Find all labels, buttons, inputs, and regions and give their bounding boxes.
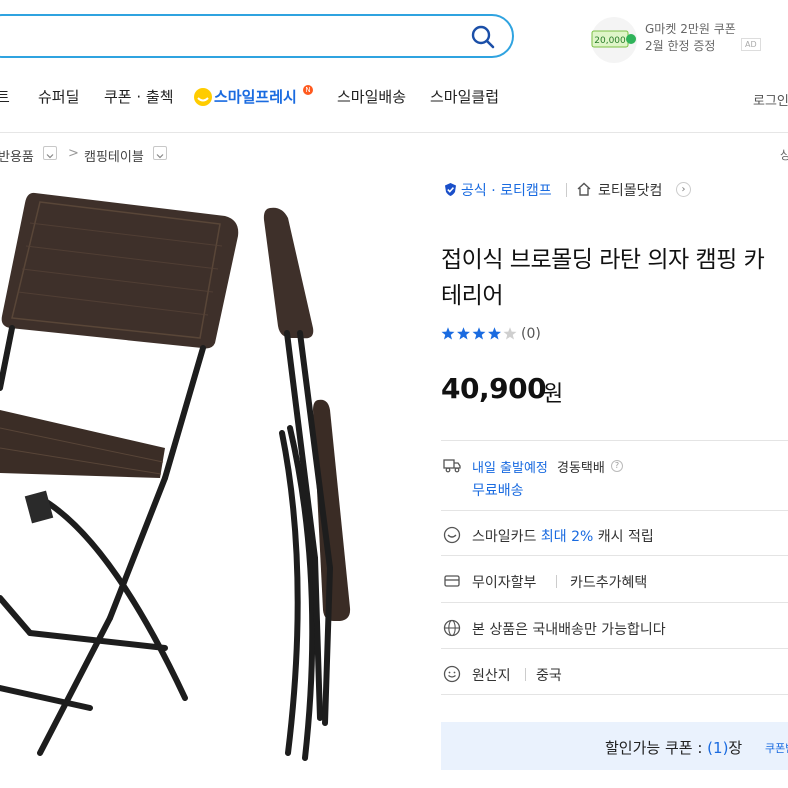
smile-card-label: 스마일카드: [472, 529, 537, 545]
promo-title[interactable]: G마켓 2만원 쿠폰: [645, 20, 736, 37]
rating-stars: [441, 327, 517, 340]
star-icon: [503, 327, 517, 340]
chevron-down-icon[interactable]: [43, 146, 57, 160]
divider: [441, 555, 788, 556]
divider: [441, 510, 788, 511]
chevron-right-icon[interactable]: ›: [676, 182, 691, 197]
breadcrumb-item-subcategory[interactable]: 캠핑테이블: [84, 146, 144, 165]
shipping-carrier: 경동택배: [557, 461, 605, 476]
nav-item-superdeal[interactable]: 슈퍼딜: [38, 86, 79, 107]
domestic-shipping-notice: 본 상품은 국내배송만 가능합니다: [472, 622, 666, 638]
store-name-link[interactable]: 로티몰닷컴: [598, 180, 662, 200]
promo-subtitle[interactable]: 2월 한정 증정: [645, 37, 715, 54]
shipping-departure: 내일 출발예정: [472, 461, 548, 476]
chair-folded-illustration: [263, 207, 351, 761]
login-link[interactable]: 로그인: [753, 90, 788, 109]
divider: [441, 648, 788, 649]
price-unit: 원: [543, 382, 564, 407]
divider: [441, 602, 788, 603]
shield-check-icon: [445, 183, 456, 196]
star-icon: [472, 327, 486, 340]
review-count[interactable]: (0): [521, 326, 541, 342]
divider: [525, 668, 526, 681]
star-icon: [441, 327, 455, 340]
promo-coupon-icon[interactable]: 20,000: [590, 16, 638, 64]
chevron-down-icon[interactable]: [153, 146, 167, 160]
product-title-cont: 테리어: [441, 283, 503, 309]
nav-item-coupon[interactable]: 쿠폰 · 출첵: [104, 86, 174, 107]
installment-link[interactable]: 무이자할부: [472, 572, 536, 592]
promo-badge-amount: 20,000: [594, 36, 626, 46]
origin-label: 원산지: [472, 668, 511, 684]
breadcrumb-item-category[interactable]: 반용품: [0, 146, 34, 165]
search-input[interactable]: [0, 14, 514, 58]
origin-value: 중국: [536, 668, 562, 684]
divider: [441, 440, 788, 441]
coupon-label: 할인가능 쿠폰 :: [605, 739, 703, 757]
shipping-fee: 무료배송: [472, 483, 524, 499]
globe-icon: [443, 619, 461, 637]
seller-badge-label: 공식 · 로티캠프: [461, 183, 552, 199]
breadcrumb-right-partial[interactable]: 상: [780, 146, 788, 163]
divider: [441, 694, 788, 695]
ad-badge: AD: [741, 38, 761, 51]
product-image[interactable]: [0, 178, 420, 778]
coupon-count: (1): [707, 739, 729, 757]
smilefresh-label: 스마일프레시: [214, 88, 297, 106]
smile-card-icon: [443, 526, 461, 544]
search-icon[interactable]: [470, 24, 496, 50]
nav-divider: [0, 132, 788, 133]
truck-icon: [443, 459, 461, 473]
breadcrumb-separator: >: [68, 146, 79, 161]
product-price: 40,900: [441, 372, 547, 405]
nav-item-partial[interactable]: 트: [0, 86, 10, 107]
product-title: 접이식 브로몰딩 라탄 의자 캠핑 카: [441, 247, 765, 273]
nav-item-smile-club[interactable]: 스마일클럽: [430, 86, 499, 107]
get-coupon-link[interactable]: 쿠폰받기: [765, 740, 788, 756]
smile-card-benefit: 스마일카드 최대 2% 캐시 적립: [472, 526, 654, 546]
coupon-unit: 장: [728, 739, 743, 757]
divider: [556, 575, 557, 588]
star-icon: [457, 327, 470, 340]
smilefresh-logo-icon: [194, 88, 212, 106]
coupon-info: 할인가능 쿠폰 : (1)장: [605, 737, 742, 758]
smile-card-rate: 최대 2%: [540, 529, 594, 545]
seller-divider: [566, 183, 567, 197]
nav-item-smile-delivery[interactable]: 스마일배송: [337, 86, 406, 107]
star-icon: [488, 327, 501, 340]
card-icon: [444, 575, 460, 587]
home-icon[interactable]: [576, 181, 592, 197]
card-benefit-link[interactable]: 카드추가혜택: [570, 572, 647, 592]
smile-card-suffix: 캐시 적립: [597, 529, 654, 545]
help-icon[interactable]: ?: [611, 460, 623, 472]
new-badge: N: [303, 85, 313, 95]
chair-open-illustration: [0, 192, 239, 756]
smile-icon: [443, 665, 461, 683]
